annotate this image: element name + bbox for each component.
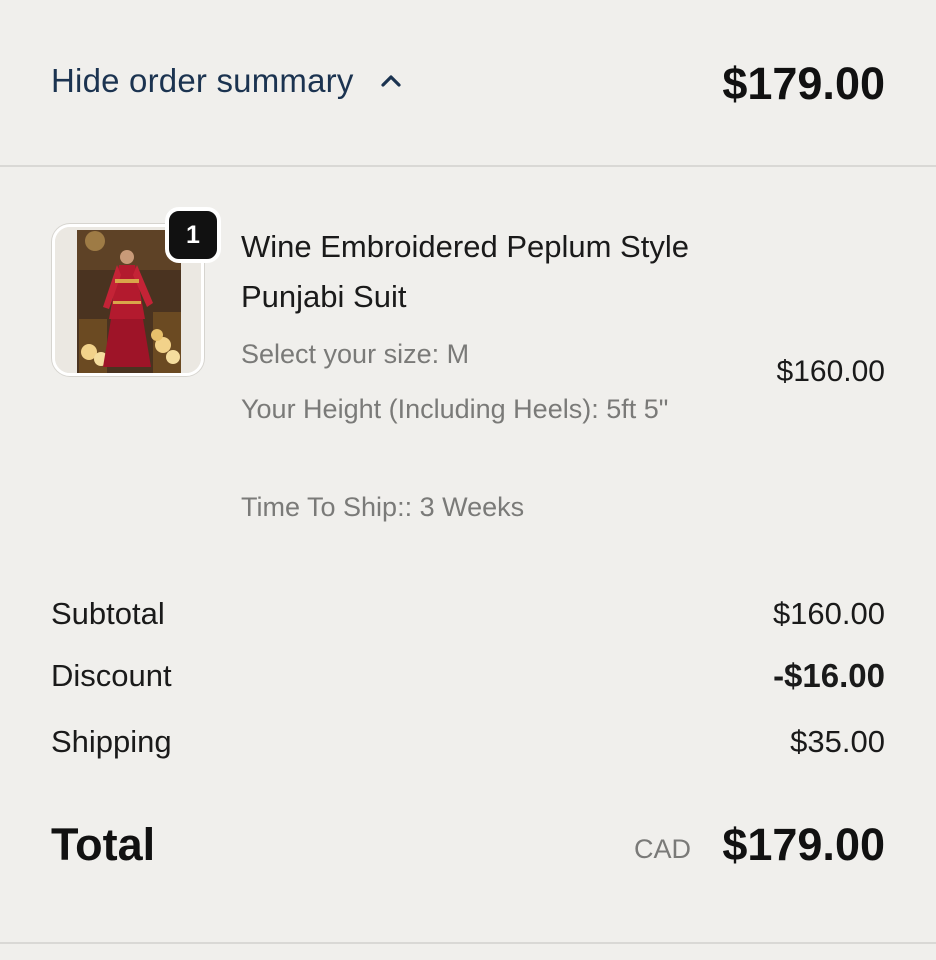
hide-order-summary-toggle[interactable]: Hide order summary bbox=[51, 62, 404, 100]
option-height: Your Height (Including Heels): 5ft 5" bbox=[241, 394, 669, 424]
total-label: Total bbox=[51, 819, 156, 870]
option-time-to-ship: Time To Ship:: 3 Weeks bbox=[241, 492, 525, 522]
subtotal-value: $160.00 bbox=[772, 596, 885, 631]
order-summary-panel: Hide order summary $179.00 1 Wine Embroi… bbox=[0, 0, 936, 960]
bottom-divider bbox=[0, 942, 936, 944]
currency-code: CAD bbox=[633, 834, 691, 864]
toggle-label[interactable]: Hide order summary bbox=[51, 62, 354, 100]
product-price: $160.00 bbox=[776, 355, 885, 388]
product-title: Wine Embroidered Peplum Style Punjabi Su… bbox=[241, 229, 689, 314]
shipping-label: Shipping bbox=[51, 724, 172, 759]
discount-value: -$16.00 bbox=[773, 657, 885, 694]
option-size: Select your size: M bbox=[241, 339, 470, 369]
total-value: $179.00 bbox=[722, 819, 885, 870]
subtotal-label: Subtotal bbox=[51, 596, 165, 631]
product-thumbnail-wrapper: 1 bbox=[52, 207, 221, 376]
discount-label: Discount bbox=[51, 658, 172, 693]
quantity-badge: 1 bbox=[165, 207, 221, 263]
chevron-up-icon[interactable] bbox=[378, 68, 404, 94]
order-summary-header: Hide order summary $179.00 bbox=[0, 0, 936, 167]
header-total-price: $179.00 bbox=[722, 58, 885, 109]
shipping-value: $35.00 bbox=[790, 724, 885, 759]
